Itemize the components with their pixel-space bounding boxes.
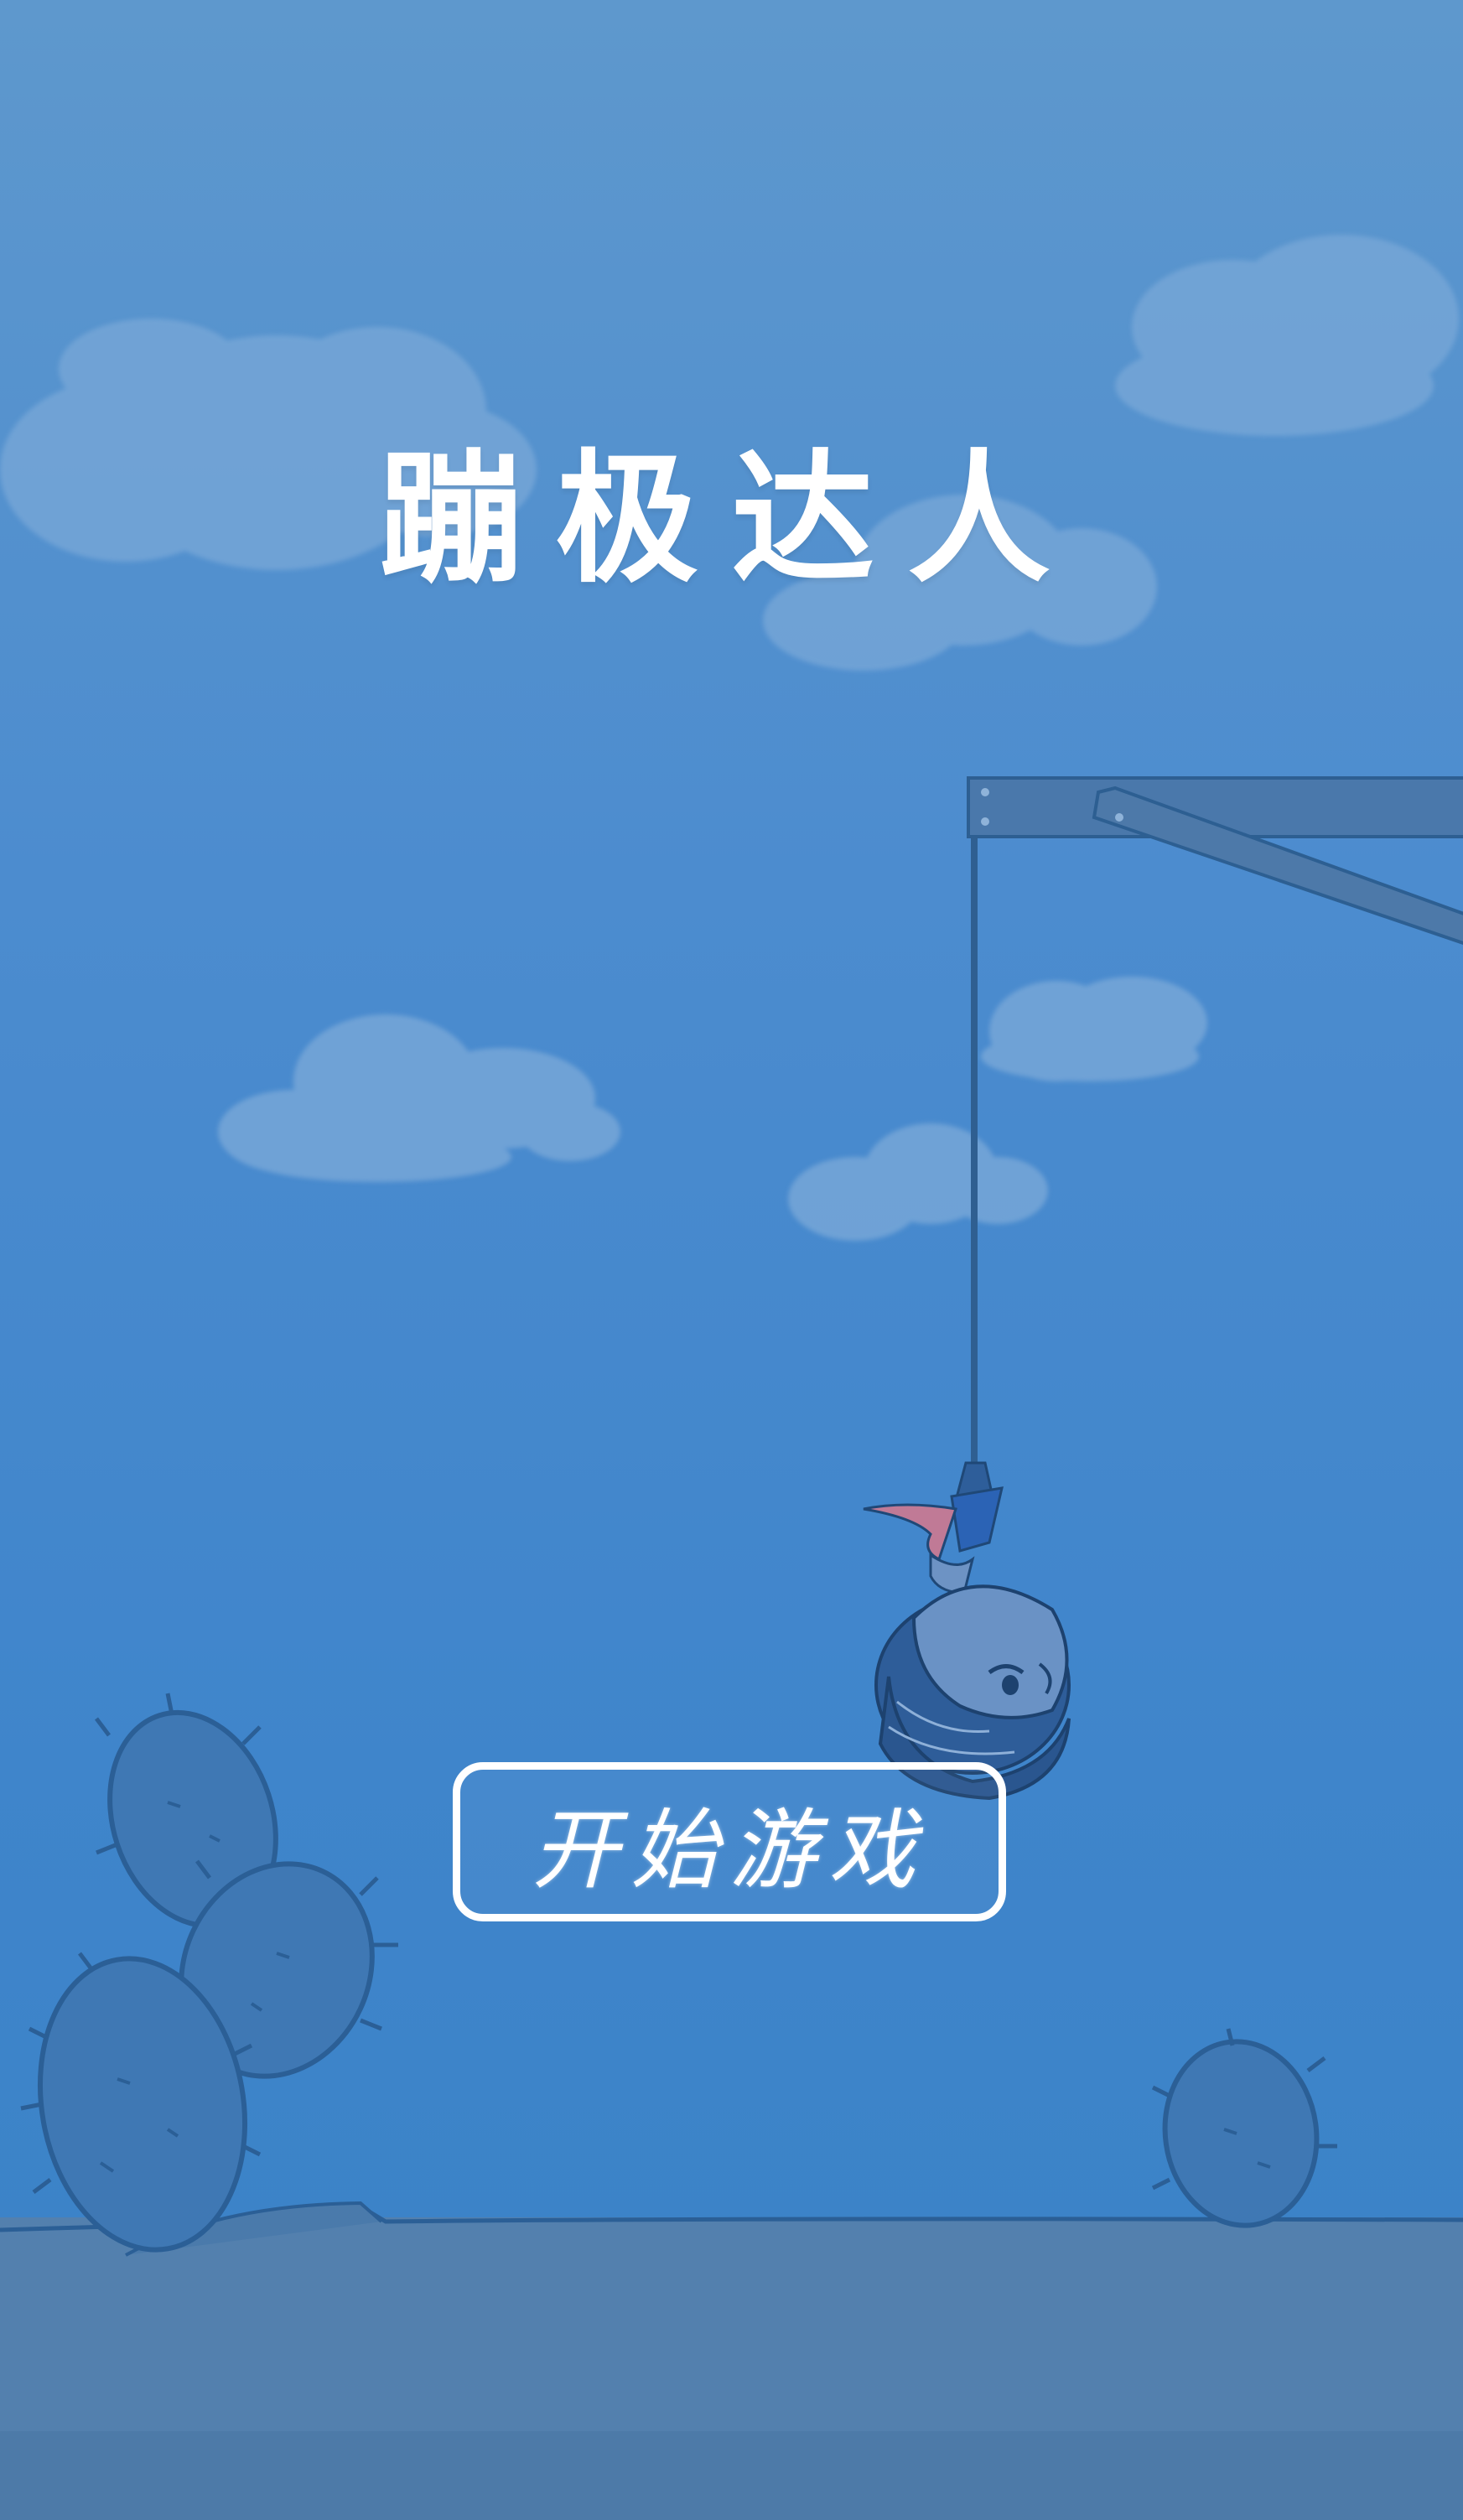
cactus-4 <box>1162 2039 1320 2228</box>
game-scene: 蹦极达人 开始游戏 <box>0 0 1463 2520</box>
background-layer <box>0 235 1463 2520</box>
start-game-button[interactable]: 开始游戏 <box>453 1762 1006 1921</box>
cloud-5 <box>788 977 1207 1241</box>
cloud-4 <box>218 1014 620 1182</box>
bungee-jumper-character <box>863 1461 1071 1801</box>
jump-platform <box>967 776 1463 946</box>
start-game-label: 开始游戏 <box>531 1798 927 1901</box>
game-title: 蹦极达人 <box>379 437 1084 603</box>
cloud-2 <box>1115 235 1459 436</box>
